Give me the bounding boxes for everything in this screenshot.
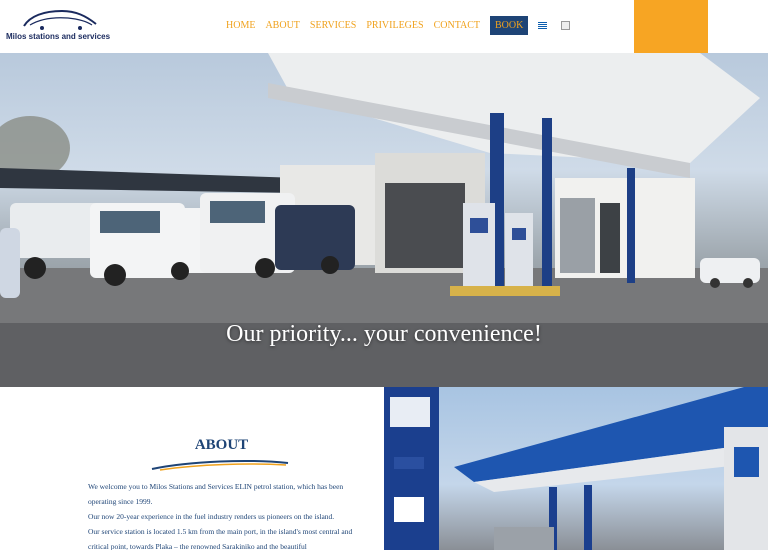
about-paragraph: We welcome you to Milos Stations and Ser… <box>88 482 344 506</box>
about-paragraph: Our now 20-year experience in the fuel i… <box>88 512 335 521</box>
about-paragraph: Our service station is located 1.5 km fr… <box>88 527 353 550</box>
nav-contact[interactable]: CONTACT <box>434 20 480 31</box>
main-nav: HOME ABOUT SERVICES PRIVILEGES CONTACT B… <box>226 14 571 36</box>
nav-services[interactable]: SERVICES <box>310 20 356 31</box>
header-accent-block <box>634 0 708 53</box>
swoosh-divider-icon <box>151 460 289 471</box>
hero-caption: Our priority... your convenience! <box>226 321 542 347</box>
station-canopy-photo <box>384 387 768 550</box>
brand-name: Milos stations and services <box>6 32 111 41</box>
book-button[interactable]: BOOK <box>490 15 529 35</box>
greek-flag-icon[interactable] <box>538 21 548 29</box>
station-photo <box>384 387 768 550</box>
nav-about[interactable]: ABOUT <box>265 20 299 31</box>
about-section: ABOUT We welcome you to Milos Stations a… <box>0 387 384 550</box>
nav-home[interactable]: HOME <box>226 20 255 31</box>
brand-logo[interactable]: Milos stations and services <box>6 6 116 46</box>
site-header: Milos stations and services HOME ABOUT S… <box>0 0 768 53</box>
hero-banner: Our priority... your convenience! <box>0 53 768 387</box>
english-flag-icon[interactable] <box>561 20 571 30</box>
car-logo-icon <box>23 9 97 30</box>
nav-privileges[interactable]: PRIVILEGES <box>366 20 423 31</box>
about-text: We welcome you to Milos Stations and Ser… <box>88 479 363 550</box>
about-title: ABOUT <box>194 437 249 453</box>
